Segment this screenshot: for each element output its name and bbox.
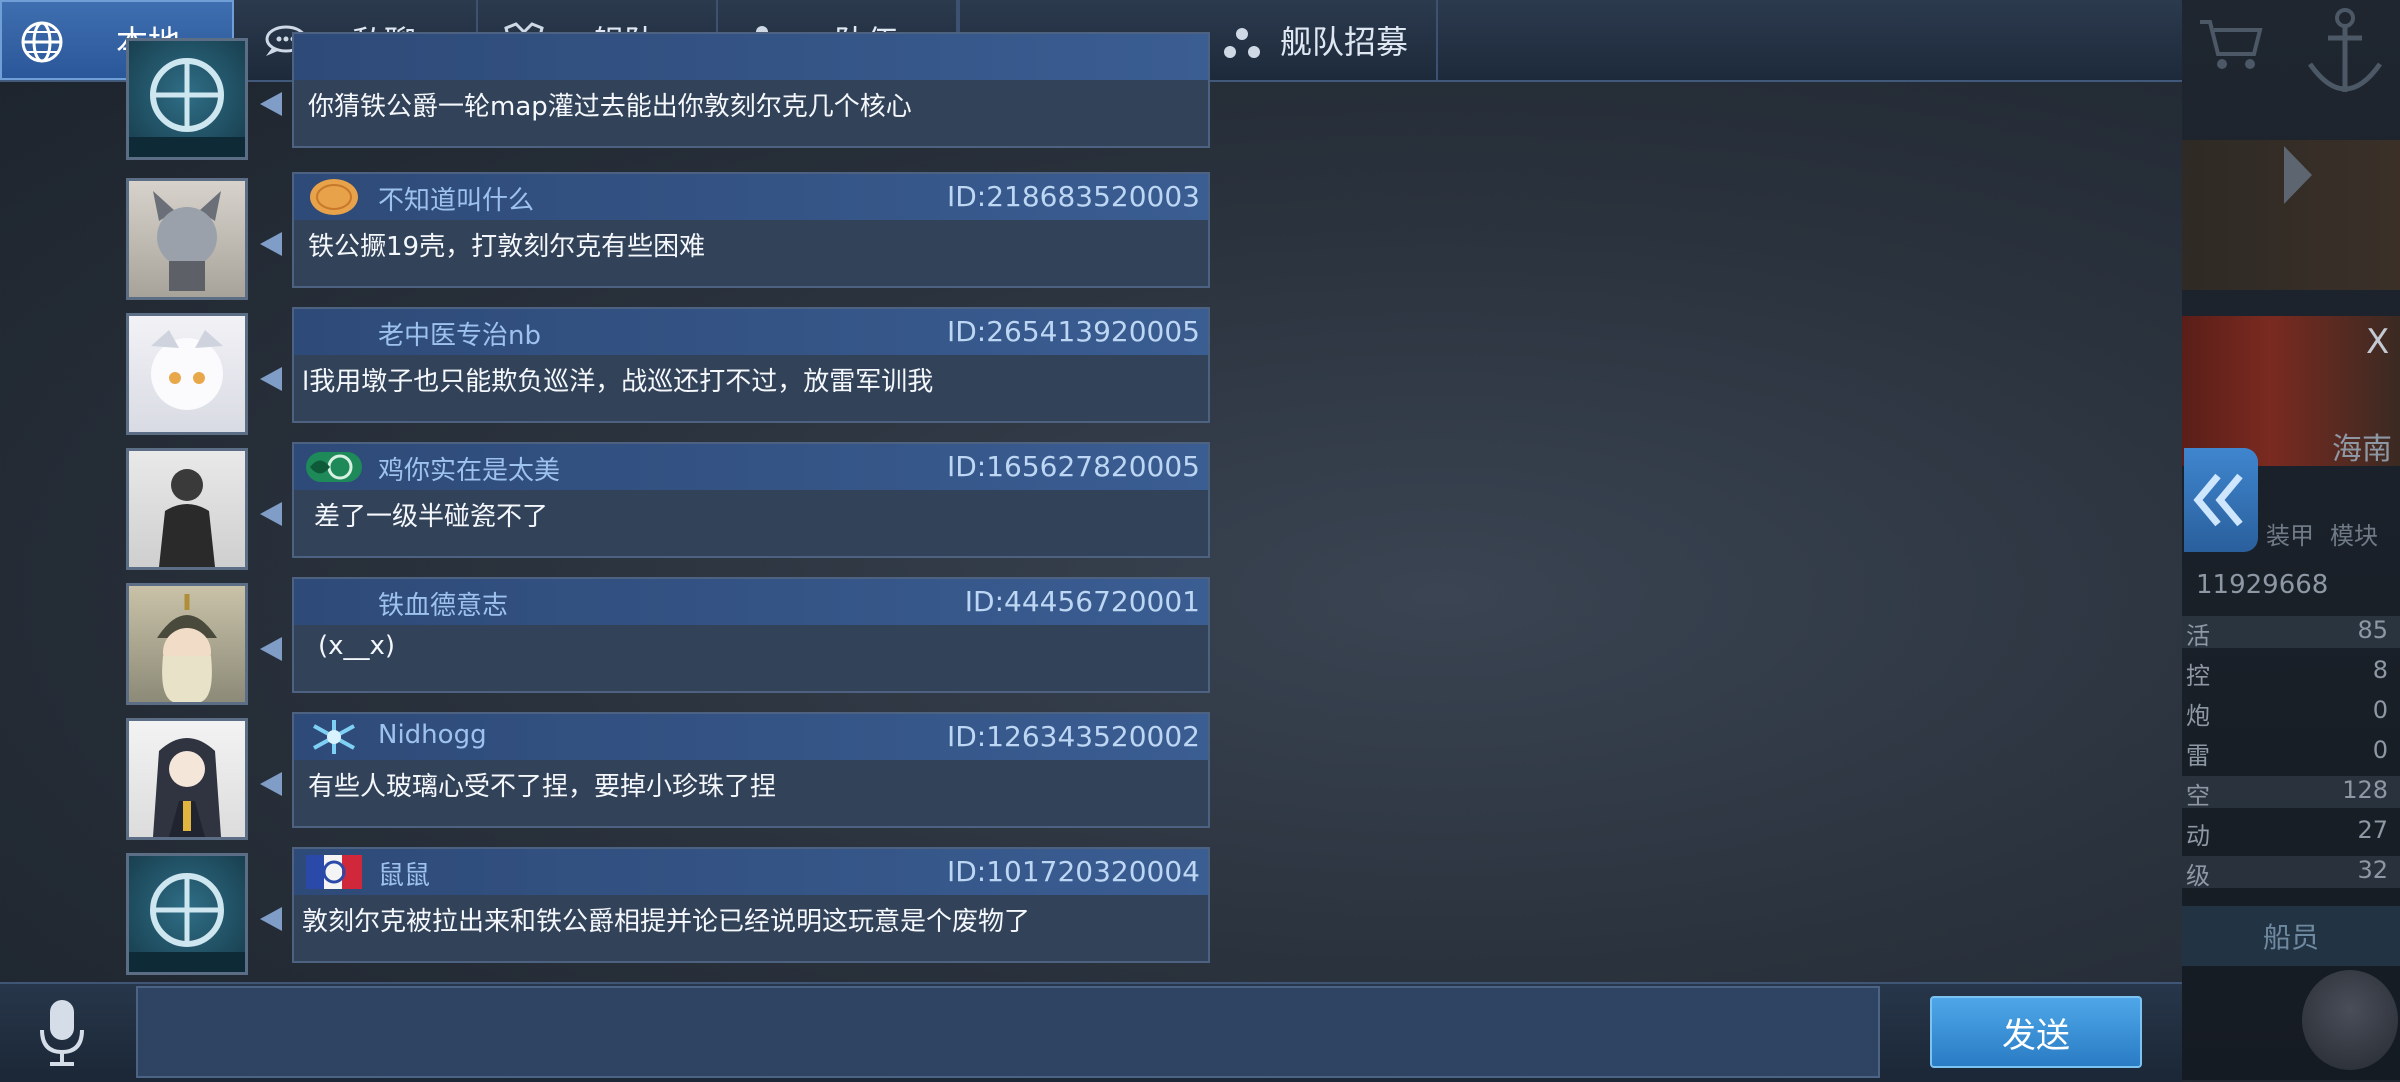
chat-message: Nidhogg ID:126343520002 有些人玻璃心受不了捏，要掉小珍珠…: [0, 712, 1220, 844]
user-id: ID:126343520002: [946, 720, 1200, 753]
chat-message: 鼠鼠 ID:101720320004 敦刻尔克被拉出来和铁公爵相提并论已经说明这…: [0, 847, 1220, 979]
username[interactable]: 铁血德意志: [378, 585, 508, 622]
chat-message: 鸡你实在是太美 ID:165627820005 差了一级半碰瓷不了: [0, 442, 1220, 574]
helmet-girl-avatar[interactable]: [126, 583, 248, 705]
stat-row: 级 32: [2182, 856, 2400, 890]
team-dots-icon: [1224, 28, 1260, 58]
chat-input-field[interactable]: [136, 986, 1880, 1078]
cookie-badge-icon: [310, 179, 358, 215]
message-bubble: 鼠鼠 ID:101720320004 敦刻尔克被拉出来和铁公爵相提并论已经说明这…: [292, 847, 1210, 963]
username[interactable]: 鼠鼠: [378, 855, 430, 892]
snowflake-badge-icon: [313, 720, 355, 754]
tab-module[interactable]: 模块: [2330, 516, 2378, 551]
username[interactable]: 不知道叫什么: [378, 180, 534, 217]
crew-button[interactable]: 船员: [2182, 906, 2400, 966]
tab-label: 舰队招募: [1280, 23, 1409, 61]
anime-dark-hair-avatar[interactable]: [126, 718, 248, 840]
user-id: ID:218683520003: [946, 180, 1200, 213]
bubble-pointer: [260, 92, 282, 116]
stat-row: 炮0: [2186, 696, 2388, 730]
bubble-pointer: [260, 502, 282, 526]
anime-cat-girl-avatar[interactable]: [126, 178, 248, 300]
message-text: 敦刻尔克被拉出来和铁公爵相提并论已经说明这玩意是个废物了: [302, 907, 1031, 937]
ship-name: 海南: [2332, 432, 2392, 467]
stat-row: 活 85: [2182, 616, 2400, 650]
bubble-pointer: [260, 772, 282, 796]
anime-white-hair-avatar[interactable]: [126, 313, 248, 435]
message-text: 铁公撅19壳，打敦刻尔克有些困难: [308, 232, 706, 262]
message-text: l我用墩子也只能欺负巡洋，战巡还打不过，放雷军训我: [302, 367, 934, 397]
double-chevron-left-icon: [2193, 473, 2243, 527]
message-text: 有些人玻璃心受不了捏，要掉小珍珠了捏: [308, 772, 777, 802]
anchor-icon[interactable]: [2300, 4, 2390, 104]
username[interactable]: Nidhogg: [378, 720, 487, 750]
message-bubble: 老中医专治nb ID:265413920005 l我用墩子也只能欺负巡洋，战巡还…: [292, 307, 1210, 423]
shop-cart-icon[interactable]: [2196, 14, 2266, 74]
user-id: ID:44456720001: [964, 585, 1200, 618]
bubble-pointer: [260, 232, 282, 256]
green-emblem-badge-icon: [306, 452, 362, 482]
bubble-pointer: [260, 367, 282, 391]
person-photo-avatar[interactable]: [126, 448, 248, 570]
collapse-panel-button[interactable]: [2184, 448, 2258, 552]
navy-emblem-avatar[interactable]: [126, 38, 248, 160]
username[interactable]: 老中医专治nb: [378, 315, 541, 352]
chat-message: 不知道叫什么 ID:218683520003 铁公撅19壳，打敦刻尔克有些困难: [0, 172, 1220, 304]
bubble-pointer: [260, 637, 282, 661]
user-id: ID:101720320004: [946, 855, 1200, 888]
chat-message-list[interactable]: 你猜铁公爵一轮map灌过去能出你敦刻尔克几个核心 不知道叫什么 ID:21868…: [0, 32, 2178, 982]
stat-row: 动 27: [2186, 816, 2388, 850]
message-bubble: 不知道叫什么 ID:218683520003 铁公撅19壳，打敦刻尔克有些困难: [292, 172, 1210, 288]
navy-emblem-avatar[interactable]: [126, 853, 248, 975]
message-bubble: Nidhogg ID:126343520002 有些人玻璃心受不了捏，要掉小珍珠…: [292, 712, 1210, 828]
message-bubble: 铁血德意志 ID:44456720001 (x__x): [292, 577, 1210, 693]
bubble-pointer: [260, 907, 282, 931]
french-flag-badge-icon: [306, 855, 362, 889]
stat-row: 控8: [2186, 656, 2388, 690]
message-text: (x__x): [318, 631, 396, 661]
message-bubble: 你猜铁公爵一轮map灌过去能出你敦刻尔克几个核心: [292, 32, 1210, 148]
close-icon[interactable]: X: [2366, 322, 2389, 362]
send-button[interactable]: 发送: [1930, 996, 2142, 1068]
stat-row: 雷0: [2186, 736, 2388, 770]
chat-message: 你猜铁公爵一轮map灌过去能出你敦刻尔克几个核心: [0, 32, 1220, 164]
tab-armor[interactable]: 装甲: [2266, 516, 2314, 551]
stat-row: 空 128: [2182, 776, 2400, 810]
user-id: ID:265413920005: [946, 315, 1200, 348]
message-bubble: 鸡你实在是太美 ID:165627820005 差了一级半碰瓷不了: [292, 442, 1210, 558]
microphone-icon[interactable]: [36, 998, 88, 1068]
next-arrow-icon[interactable]: [2278, 140, 2318, 210]
user-id: ID:165627820005: [946, 450, 1200, 483]
chat-message: 老中医专治nb ID:265413920005 l我用墩子也只能欺负巡洋，战巡还…: [0, 307, 1220, 439]
combat-power-value: 11929668: [2196, 570, 2329, 600]
username[interactable]: 鸡你实在是太美: [378, 450, 560, 487]
captain-avatar[interactable]: [2302, 970, 2398, 1070]
message-header: [294, 34, 1208, 80]
chat-message: 铁血德意志 ID:44456720001 (x__x): [0, 577, 1220, 709]
message-text: 你猜铁公爵一轮map灌过去能出你敦刻尔克几个核心: [308, 92, 912, 122]
message-text: 差了一级半碰瓷不了: [314, 502, 549, 532]
